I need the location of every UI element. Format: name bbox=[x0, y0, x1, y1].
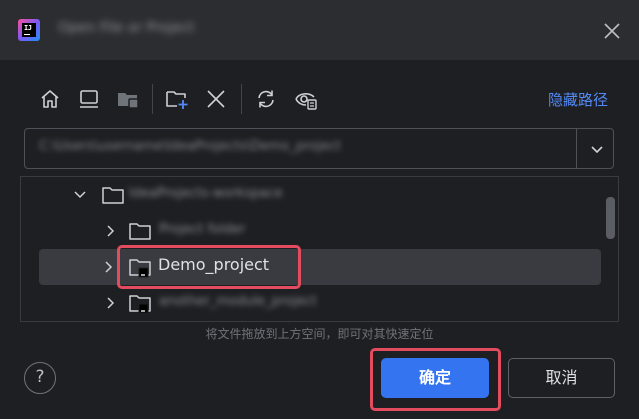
tree-row-selected[interactable]: Demo_project bbox=[21, 249, 618, 285]
tree-row[interactable]: Project folder bbox=[21, 213, 618, 249]
drag-drop-hint: 将文件拖放到上方空间，即可对其快速定位 bbox=[205, 327, 434, 341]
project-folder-icon[interactable] bbox=[116, 87, 140, 111]
combobox-divider bbox=[576, 129, 577, 168]
folder-icon bbox=[129, 223, 151, 240]
folder-icon bbox=[102, 187, 124, 204]
help-button[interactable]: ? bbox=[24, 362, 56, 394]
tree-item-label: IdeaProjects-workspace bbox=[129, 186, 283, 201]
desktop-icon[interactable] bbox=[77, 87, 101, 111]
tree-scrollbar[interactable] bbox=[606, 197, 615, 239]
chevron-down-icon[interactable] bbox=[585, 137, 609, 161]
module-folder-icon bbox=[129, 295, 151, 314]
home-icon[interactable] bbox=[38, 87, 62, 111]
intellij-logo-icon: IJ bbox=[18, 19, 40, 41]
delete-icon[interactable] bbox=[204, 87, 228, 111]
tree-item-label: Project folder bbox=[159, 222, 246, 237]
path-combobox[interactable]: C:\Users\username\IdeaProjects\Demo_proj… bbox=[24, 128, 614, 169]
chevron-right-icon[interactable] bbox=[103, 224, 117, 238]
tree-item-label: another_module_project bbox=[159, 294, 317, 309]
annotation-highlight-box bbox=[370, 348, 501, 411]
chevron-right-icon[interactable] bbox=[103, 296, 117, 310]
toolbar-divider bbox=[152, 84, 153, 114]
annotation-highlight-box bbox=[117, 245, 301, 289]
path-input[interactable]: C:\Users\username\IdeaProjects\Demo_proj… bbox=[39, 139, 341, 154]
tree-row[interactable]: another_module_project bbox=[21, 285, 618, 321]
file-tree[interactable]: IdeaProjects-workspace Project folder De… bbox=[20, 176, 619, 322]
refresh-icon[interactable] bbox=[254, 87, 278, 111]
title-bar: IJ Open File or Project bbox=[0, 0, 639, 60]
chevron-right-icon[interactable] bbox=[101, 260, 115, 274]
new-folder-icon[interactable] bbox=[165, 87, 189, 111]
tree-row[interactable]: IdeaProjects-workspace bbox=[21, 177, 618, 213]
cancel-button[interactable]: 取消 bbox=[508, 358, 615, 398]
toolbar-divider bbox=[241, 84, 242, 114]
window-title: Open File or Project bbox=[58, 20, 195, 36]
chevron-down-icon[interactable] bbox=[73, 188, 87, 202]
show-hidden-icon[interactable] bbox=[294, 87, 318, 111]
close-icon[interactable] bbox=[600, 19, 624, 43]
hide-path-link[interactable]: 隐藏路径 bbox=[548, 89, 608, 110]
